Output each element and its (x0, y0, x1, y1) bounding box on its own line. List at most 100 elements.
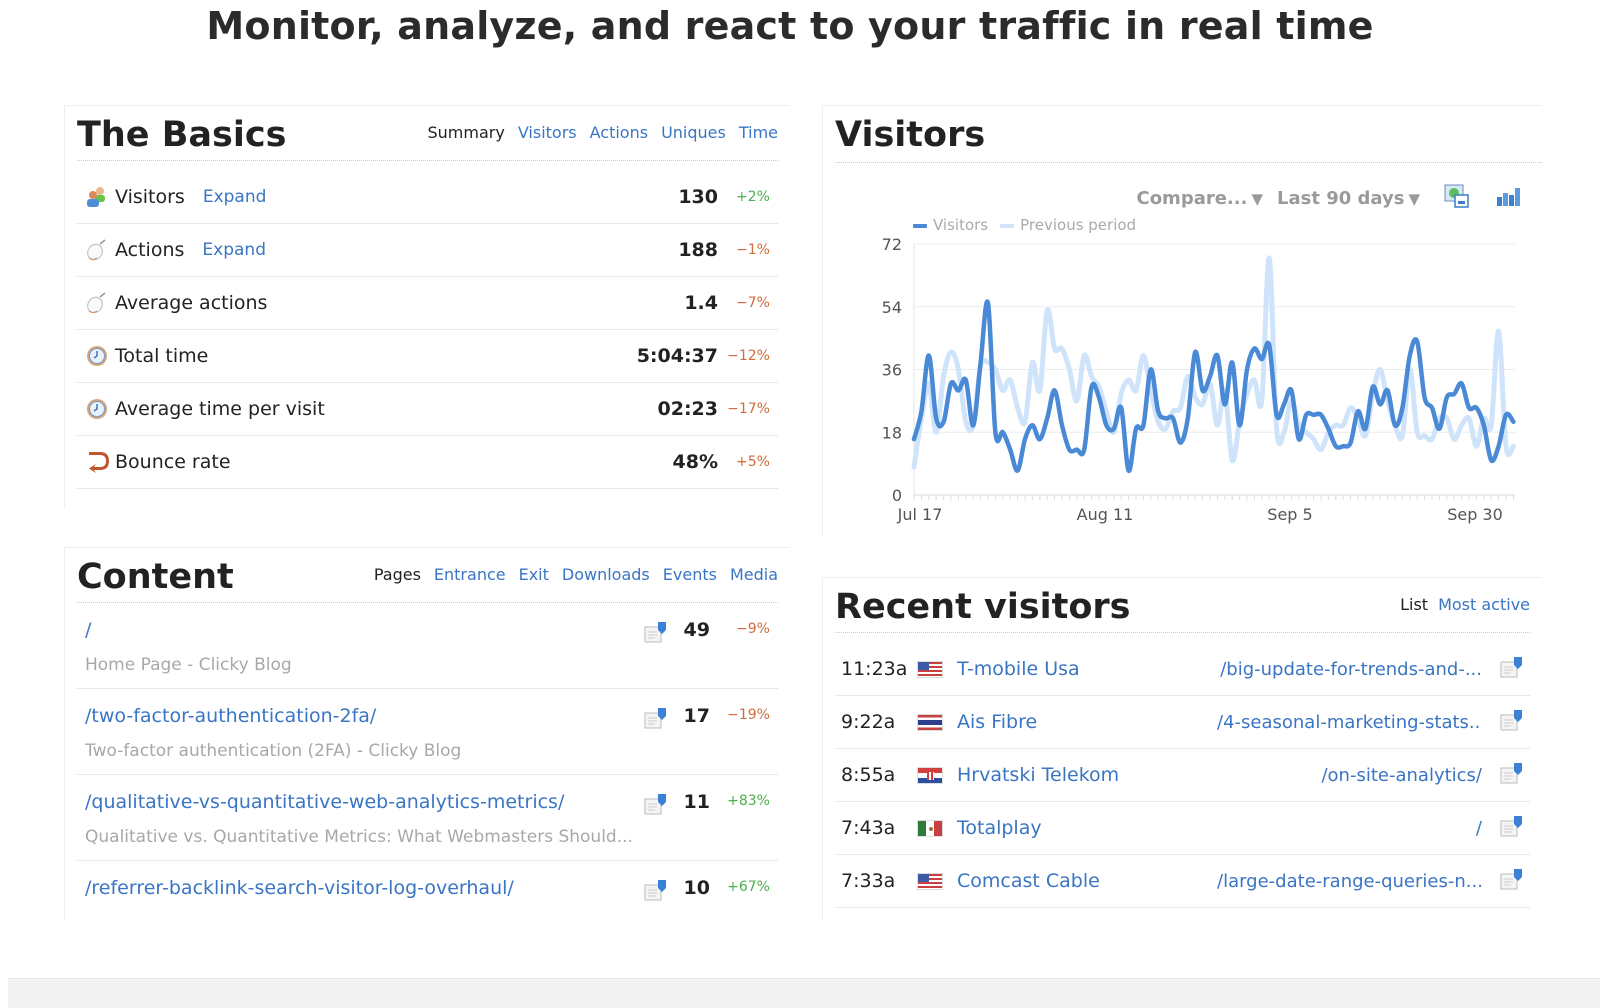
visitor-log-icon[interactable] (1500, 709, 1524, 736)
visitor-log-icon[interactable] (1500, 868, 1524, 895)
recent-title: Recent visitors (835, 587, 1131, 627)
visit-time: 7:43a (841, 817, 896, 839)
clock-icon (85, 397, 109, 421)
data-point-previous (1008, 378, 1012, 382)
tab-events[interactable]: Events (663, 565, 717, 584)
visitor-log-icon[interactable] (644, 879, 668, 905)
basics-row-actions: Actions Expand 188 −1% (77, 224, 778, 277)
visitor-isp-link[interactable]: Ais Fibre (957, 711, 1217, 733)
visitor-page-link[interactable]: /large-date-range-queries-n... (1217, 871, 1482, 892)
tab-list[interactable]: List (1400, 595, 1428, 614)
page-count: 17 (683, 705, 710, 727)
data-point-previous (1371, 392, 1375, 396)
visitor-isp-link[interactable]: Hrvatski Telekom (957, 764, 1217, 786)
tab-time[interactable]: Time (739, 123, 778, 142)
visitor-isp-link[interactable]: T-mobile Usa (957, 658, 1217, 680)
visitors-change: +2% (736, 189, 770, 205)
page-path-link[interactable]: / (85, 619, 91, 641)
visitor-isp-link[interactable]: Totalplay (957, 817, 1217, 839)
tab-entrance[interactable]: Entrance (434, 565, 506, 584)
data-point-previous (1193, 395, 1197, 399)
tab-visitors[interactable]: Visitors (518, 123, 577, 142)
total-time-label: Total time (115, 345, 209, 367)
data-point-visitors (1075, 448, 1079, 452)
tab-pages[interactable]: Pages (374, 565, 421, 584)
page-change: −19% (727, 707, 770, 723)
tab-exit[interactable]: Exit (519, 565, 549, 584)
data-point-visitors (1304, 413, 1308, 417)
page-change: −9% (736, 621, 770, 637)
data-point-visitors (1104, 423, 1108, 427)
y-tick-label: 54 (882, 298, 902, 317)
tab-summary[interactable]: Summary (427, 123, 504, 142)
x-tick-label: Sep 5 (1267, 505, 1312, 524)
page-title-text: Home Page - Clicky Blog (85, 655, 292, 675)
data-point-visitors (1267, 343, 1271, 347)
data-point-previous (1208, 381, 1212, 385)
data-point-previous (1134, 388, 1138, 392)
mouse-icon (85, 291, 109, 315)
y-tick-label: 18 (882, 423, 902, 442)
visitor-log-icon[interactable] (1500, 656, 1524, 683)
data-point-previous (956, 368, 960, 372)
page-count: 11 (683, 791, 710, 813)
data-point-previous (1319, 448, 1323, 452)
data-point-previous (1112, 430, 1116, 434)
visitor-log-icon[interactable] (1500, 762, 1524, 789)
data-point-previous (1452, 437, 1456, 441)
data-point-previous (1075, 399, 1079, 403)
data-point-previous (1001, 388, 1005, 392)
visit-time: 7:33a (841, 870, 896, 892)
total-time-change: −12% (727, 348, 770, 364)
page-path-link[interactable]: /qualitative-vs-quantitative-web-analyti… (85, 791, 564, 813)
data-point-previous (1460, 423, 1464, 427)
data-point-previous (1201, 402, 1205, 406)
tab-downloads[interactable]: Downloads (562, 565, 650, 584)
data-point-previous (942, 374, 946, 378)
data-point-previous (1349, 406, 1353, 410)
visitors-expand-link[interactable]: Expand (203, 187, 267, 207)
data-point-visitors (1504, 413, 1508, 417)
visitor-page-link[interactable]: / (1217, 818, 1482, 839)
flag-mx-icon (917, 819, 943, 837)
data-point-visitors (1452, 392, 1456, 396)
visitor-log-icon[interactable] (1500, 815, 1524, 842)
data-point-visitors (1193, 350, 1197, 354)
actions-label: Actions (115, 239, 185, 261)
data-point-previous (971, 423, 975, 427)
data-point-previous (1430, 437, 1434, 441)
visitor-page-link[interactable]: /on-site-analytics/ (1217, 765, 1482, 786)
visitors-icon (85, 185, 109, 209)
page-path-link[interactable]: /two-factor-authentication-2fa/ (85, 705, 376, 727)
data-point-visitors (1415, 340, 1419, 344)
tab-media[interactable]: Media (730, 565, 778, 584)
page-path-link[interactable]: /referrer-backlink-search-visitor-log-ov… (85, 877, 514, 899)
tab-actions[interactable]: Actions (590, 123, 648, 142)
data-point-visitors (1201, 388, 1205, 392)
visitor-isp-link[interactable]: Comcast Cable (957, 870, 1217, 892)
data-point-visitors (1016, 469, 1020, 473)
visit-time: 11:23a (841, 658, 908, 680)
basics-row-bounce-rate: Bounce rate 48% +5% (77, 436, 778, 489)
data-point-visitors (1378, 402, 1382, 406)
visitor-log-icon[interactable] (644, 707, 668, 733)
average-actions-value: 1.4 (684, 292, 718, 314)
actions-expand-link[interactable]: Expand (202, 240, 266, 260)
visitor-page-link[interactable]: /4-seasonal-marketing-stats... (1217, 712, 1482, 733)
data-point-visitors (1119, 406, 1123, 410)
visitor-row: 11:23a T-mobile Usa /big-update-for-tren… (835, 643, 1530, 696)
visitor-log-icon[interactable] (644, 793, 668, 819)
data-point-previous (1097, 385, 1101, 389)
visitor-log-icon[interactable] (644, 621, 668, 647)
visit-time: 8:55a (841, 764, 896, 786)
visitors-label: Visitors (115, 186, 185, 208)
content-title: Content (77, 557, 234, 597)
visitor-page-link[interactable]: /big-update-for-trends-and-... (1217, 659, 1482, 680)
basics-title: The Basics (77, 115, 287, 155)
basics-row-visitors: Visitors Expand 130 +2% (77, 171, 778, 224)
tab-uniques[interactable]: Uniques (661, 123, 726, 142)
data-point-previous (1437, 416, 1441, 420)
visitor-row: 8:55a Hrvatski Telekom /on-site-analytic… (835, 749, 1530, 802)
y-tick-label: 0 (892, 486, 902, 505)
tab-most-active[interactable]: Most active (1438, 595, 1530, 614)
